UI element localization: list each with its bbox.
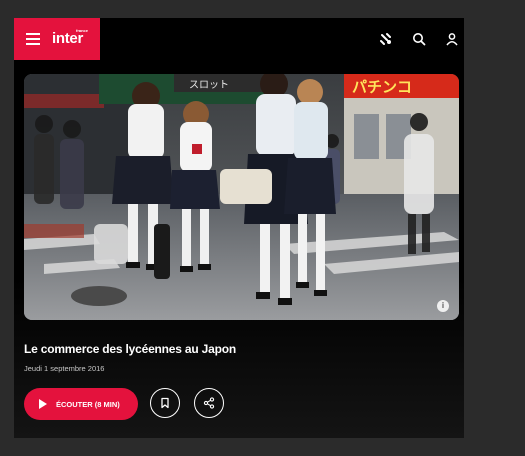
info-icon[interactable]: i (437, 300, 449, 312)
top-bar: france inter (14, 18, 464, 60)
listen-button-label: ÉCOUTER (8 MIN) (56, 399, 120, 409)
live-broadcast-icon[interactable] (378, 31, 394, 47)
article-title: Le commerce des lycéennes au Japon (24, 342, 236, 356)
share-icon (203, 397, 215, 409)
shop-sign-red: パチンコ (352, 78, 412, 96)
bookmark-icon (161, 397, 169, 409)
hero-image[interactable]: パチンコ スロット i (24, 74, 459, 320)
brand-block: france inter (14, 18, 100, 60)
search-icon[interactable] (411, 31, 427, 47)
shop-sign-green: スロット (189, 80, 229, 91)
play-icon (39, 399, 47, 409)
user-icon[interactable] (444, 31, 460, 47)
hamburger-menu-icon[interactable] (26, 33, 40, 45)
listen-button[interactable]: ÉCOUTER (8 MIN) (24, 388, 138, 420)
share-button[interactable] (194, 388, 224, 418)
bookmark-button[interactable] (150, 388, 180, 418)
app-frame: france inter パチンコ スロット i Le commerce des… (14, 18, 464, 438)
logo[interactable]: inter (52, 30, 83, 47)
article-date: Jeudi 1 septembre 2016 (24, 364, 105, 373)
